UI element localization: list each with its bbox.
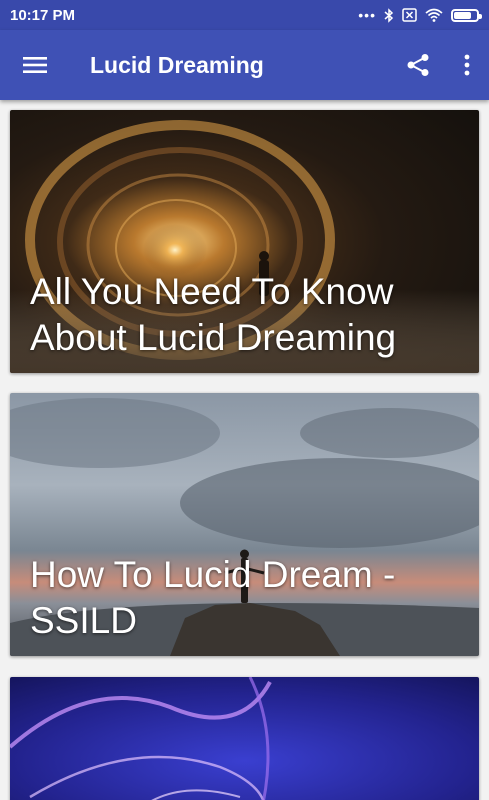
article-card[interactable]: All You Need To Know About Lucid Dreamin…: [10, 110, 479, 373]
battery-level: [454, 11, 471, 19]
article-feed: All You Need To Know About Lucid Dreamin…: [0, 100, 489, 800]
sim-blocked-icon: [402, 8, 417, 22]
overflow-menu-icon[interactable]: [445, 30, 489, 100]
share-icon[interactable]: [393, 30, 443, 100]
card-title: How To Lucid Dream - SSILD: [30, 554, 396, 641]
more-dots-icon: •••: [358, 7, 376, 23]
card-image: [10, 677, 479, 800]
app-bar: Lucid Dreaming: [0, 30, 489, 100]
wifi-icon: [425, 8, 443, 22]
article-card[interactable]: How To Lucid Dream - SSILD: [10, 393, 479, 656]
card-title: All You Need To Know About Lucid Dreamin…: [30, 271, 397, 358]
article-card[interactable]: [10, 677, 479, 800]
status-time: 10:17 PM: [10, 6, 76, 24]
battery-icon: [451, 8, 482, 22]
bluetooth-icon: [384, 7, 394, 23]
status-bar: 10:17 PM •••: [0, 0, 489, 30]
status-icons: •••: [358, 7, 482, 23]
app-title: Lucid Dreaming: [90, 51, 264, 78]
hamburger-menu-icon[interactable]: [0, 30, 70, 100]
